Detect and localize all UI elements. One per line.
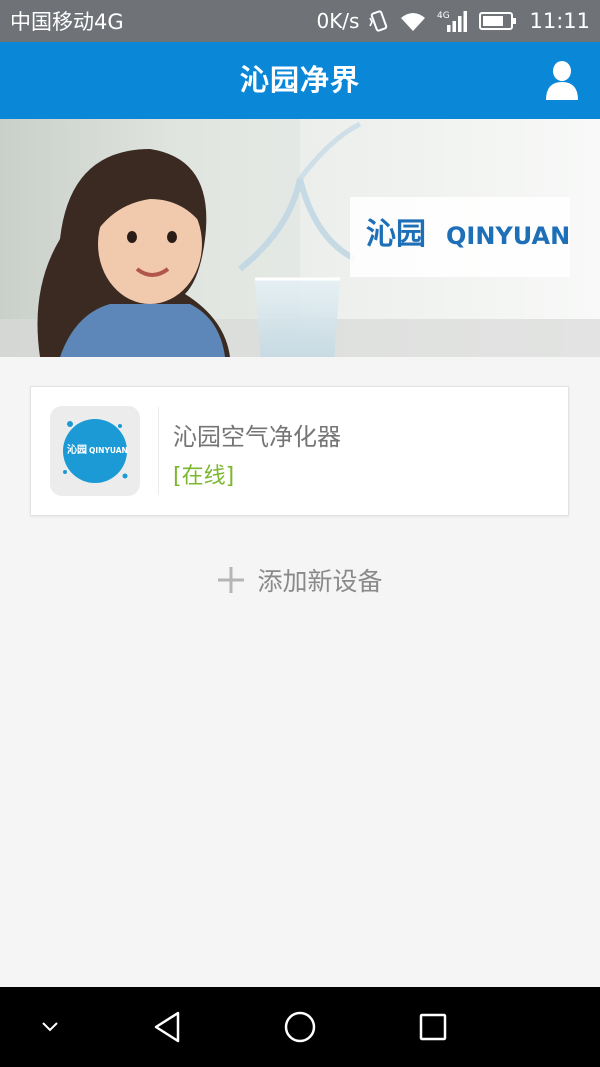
home-icon: [284, 1011, 316, 1043]
wifi-icon: [399, 10, 427, 32]
device-card[interactable]: 沁园 QINYUAN 沁园空气净化器 [在线]: [30, 386, 569, 516]
person-icon: [546, 61, 578, 100]
logo-cn: 沁园: [67, 443, 87, 456]
nav-home-button[interactable]: [273, 987, 327, 1067]
add-device-label: 添加新设备: [257, 567, 383, 596]
status-bar: 中国移动4G 0K/s 4G 11:11: [0, 0, 600, 42]
divider: [158, 407, 159, 495]
banner-brand-en: QINYUAN: [446, 222, 570, 250]
logo-en: QINYUAN: [89, 446, 128, 455]
device-status-badge: [在线]: [173, 464, 235, 489]
chevron-down-icon: [42, 1022, 58, 1032]
add-device-button[interactable]: 添加新设备: [0, 560, 600, 600]
nav-collapse-button[interactable]: [30, 987, 70, 1067]
clock: 11:11: [529, 9, 590, 33]
purifier-logo-icon: 沁园 QINYUAN: [63, 419, 128, 483]
carrier-label: 中国移动4G: [10, 10, 124, 34]
promo-banner[interactable]: 沁园 QINYUAN: [0, 119, 600, 357]
vibrate-icon: [369, 10, 389, 32]
network-type-badge: 4G: [437, 11, 450, 21]
plus-icon: [218, 567, 245, 593]
app-bar: 沁园净界: [0, 42, 600, 119]
battery-icon: [479, 11, 517, 31]
banner-image: 沁园 QINYUAN: [0, 119, 600, 357]
device-name: 沁园空气净化器: [173, 423, 341, 451]
back-icon: [154, 1011, 180, 1043]
recents-icon: [419, 1013, 447, 1041]
system-nav-bar: [0, 987, 600, 1067]
nav-recents-button[interactable]: [406, 987, 460, 1067]
banner-brand-cn: 沁园: [366, 217, 426, 252]
device-logo: 沁园 QINYUAN: [50, 406, 140, 496]
page-title: 沁园净界: [239, 63, 360, 97]
network-speed: 0K/s: [316, 9, 360, 33]
cellular-signal-icon: 4G: [437, 9, 469, 33]
user-profile-button[interactable]: [542, 60, 582, 102]
nav-back-button[interactable]: [140, 987, 194, 1067]
